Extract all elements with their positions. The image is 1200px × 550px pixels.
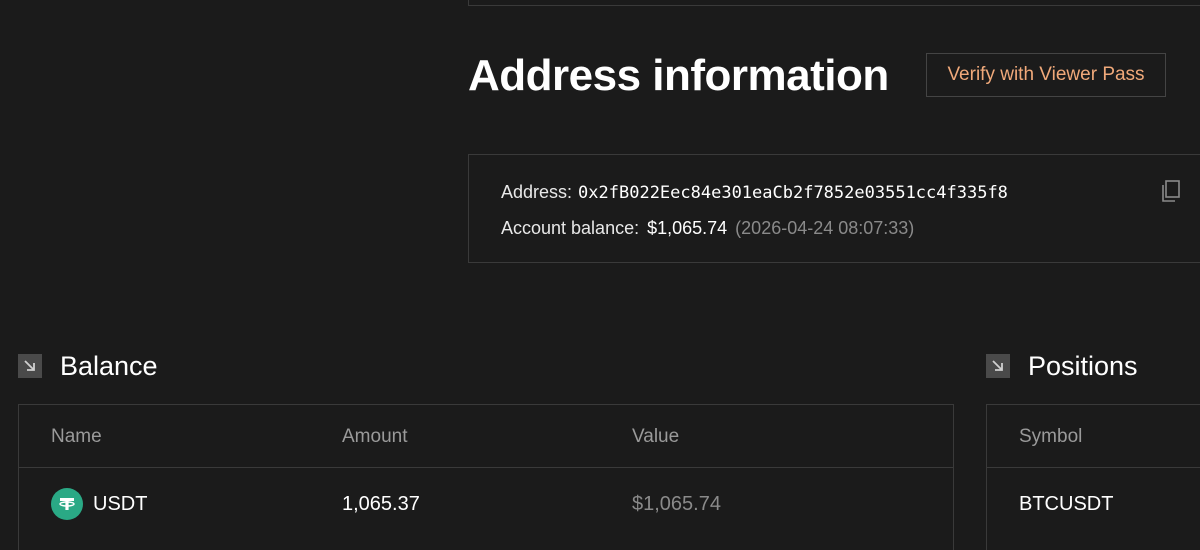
column-header-symbol: Symbol: [1019, 426, 1083, 447]
address-value: 0x2fB022Eec84e301eaCb2f7852e03551cc4f335…: [578, 183, 1008, 203]
verify-viewer-pass-button[interactable]: Verify with Viewer Pass: [926, 53, 1166, 97]
account-balance-label: Account balance:: [501, 218, 640, 238]
account-balance-row: Account balance: $1,065.74 (2026-04-24 08:…: [501, 215, 914, 241]
collapse-arrow-icon[interactable]: [986, 354, 1010, 378]
column-header-name: Name: [51, 426, 102, 447]
address-label: Address:: [501, 182, 573, 202]
address-card: Address: 0x2fB022Eec84e301eaCb2f7852e0355…: [468, 154, 1200, 263]
token-value: $1,065.74: [632, 493, 721, 515]
token-name: USDT: [93, 493, 148, 515]
top-card-edge: [468, 0, 1200, 6]
positions-table-header: Symbol: [987, 405, 1200, 468]
balance-timestamp: (2026-04-24 08:07:33): [735, 218, 915, 238]
balance-section-header[interactable]: Balance: [18, 350, 158, 382]
token-amount: 1,065.37: [342, 493, 420, 515]
balance-table: Name Amount Value USDT 1,065.37 $1,065.7…: [18, 404, 954, 550]
column-header-amount: Amount: [342, 426, 408, 447]
positions-section-title: Positions: [1028, 351, 1138, 381]
tether-icon: [51, 488, 83, 520]
balance-section-title: Balance: [60, 351, 158, 381]
table-row-token: USDT: [51, 488, 147, 520]
column-header-value: Value: [632, 426, 680, 447]
positions-table: Symbol BTCUSDT: [986, 404, 1200, 550]
copy-icon[interactable]: [1159, 179, 1183, 203]
positions-section-header[interactable]: Positions: [986, 350, 1138, 382]
balance-table-header: Name Amount Value: [19, 405, 953, 468]
position-symbol: BTCUSDT: [1019, 493, 1114, 515]
collapse-arrow-icon[interactable]: [18, 354, 42, 378]
account-balance-value: $1,065.74: [647, 218, 728, 238]
address-row: Address: 0x2fB022Eec84e301eaCb2f7852e0355…: [501, 179, 1008, 206]
page: Address information Verify with Viewer P…: [0, 0, 1200, 550]
page-title: Address information: [468, 51, 889, 100]
